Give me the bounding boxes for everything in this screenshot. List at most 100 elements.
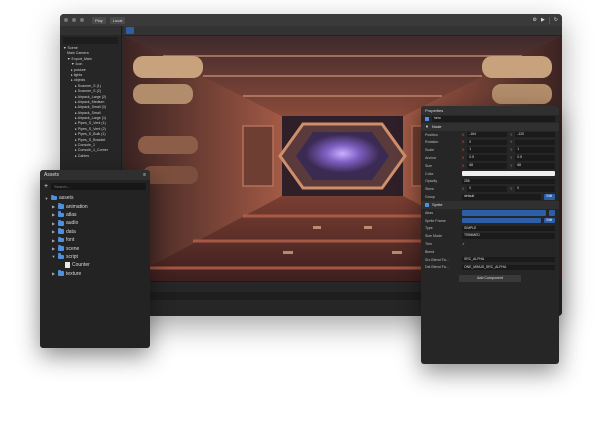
y-axis-label: Y: [510, 148, 513, 153]
atlas-label: Atlas: [425, 210, 433, 215]
folder-icon: [51, 194, 57, 201]
asset-tree-item[interactable]: Counter: [44, 261, 146, 269]
transform-label: Rotation: [425, 140, 439, 145]
atlas-button[interactable]: [549, 210, 555, 216]
color-label: Color: [425, 171, 434, 176]
panel-menu-icon[interactable]: ≡: [143, 172, 146, 178]
y-input[interactable]: [515, 139, 555, 146]
sprite-section-header[interactable]: Sprite: [421, 200, 559, 209]
spriteframe-field[interactable]: [462, 217, 541, 224]
asset-tree-label: audio: [66, 220, 79, 227]
sprite-enabled-checkbox[interactable]: [425, 202, 429, 207]
transform-rows: Position X -164 Y -120 Rotation X 0 Y Scale X 1 Y 1 An…: [421, 131, 559, 170]
titlebar-divider: [548, 16, 550, 24]
asset-tree-item[interactable]: ▶ texture: [44, 270, 146, 278]
add-asset-icon[interactable]: +: [44, 183, 48, 190]
window-minimize-dot[interactable]: [72, 18, 76, 22]
asset-tree-item[interactable]: ▶ scene: [44, 244, 146, 252]
sizemode-select[interactable]: TRIMMED: [462, 233, 555, 240]
hierarchy-search-input[interactable]: [63, 37, 118, 44]
assets-title: Assets: [44, 172, 60, 178]
y-input[interactable]: 0.5: [515, 155, 555, 161]
asset-tree-label: atlas: [66, 211, 77, 218]
y-axis-label: Y: [510, 140, 513, 145]
y-input[interactable]: 68: [515, 163, 555, 169]
asset-tree-item[interactable]: ▶ font: [44, 236, 146, 244]
x-input[interactable]: 0.5: [467, 155, 507, 161]
y-input[interactable]: 1: [515, 147, 555, 154]
transform-row: Rotation X 0 Y: [421, 139, 559, 147]
skew-y-input[interactable]: 0: [515, 186, 555, 193]
asset-tree-item[interactable]: ▼ assets: [44, 194, 146, 202]
chevron-right-icon[interactable]: ▶: [51, 271, 56, 276]
chevron-right-icon[interactable]: ▶: [51, 221, 56, 226]
window-zoom-dot[interactable]: [80, 18, 84, 22]
spriteframe-edit-button[interactable]: Edit: [543, 217, 555, 224]
transform-label: Scale: [425, 148, 434, 153]
x-input[interactable]: 0: [467, 139, 507, 146]
src-blend-select[interactable]: SRC_ALPHA: [462, 256, 555, 263]
atlas-field[interactable]: [462, 210, 546, 216]
window-close-dot[interactable]: [64, 18, 68, 22]
src-blend-row: Src Blend Fa... SRC_ALPHA: [421, 256, 559, 264]
play-mode-button[interactable]: Play: [92, 16, 106, 24]
transform-row: Anchor X 0.5 Y 0.5: [421, 154, 559, 162]
transform-row: Position X -164 Y -120: [421, 131, 559, 139]
chevron-right-icon[interactable]: ▶: [51, 246, 56, 251]
chevron-right-icon[interactable]: ▶: [51, 204, 56, 209]
hierarchy-panel: ▼ Scene Main Camera ▼ Export_Main ▼ Icon ▸ p…: [60, 26, 122, 192]
y-input[interactable]: -120: [515, 131, 555, 138]
chevron-down-icon[interactable]: ▼: [51, 254, 56, 259]
asset-tree-item[interactable]: ▶ atlas: [44, 211, 146, 219]
chevron-right-icon[interactable]: ▶: [51, 212, 56, 217]
skew-x-input[interactable]: 0: [467, 186, 507, 193]
hierarchy-item[interactable]: ▸ Cables: [60, 154, 121, 159]
x-input[interactable]: 1: [467, 147, 507, 154]
add-component-button[interactable]: Add Component: [459, 275, 521, 283]
settings-icon[interactable]: ⚙: [532, 17, 536, 23]
sprite-section-title: Sprite: [432, 202, 443, 208]
opacity-label: Opacity: [425, 179, 438, 184]
node-active-checkbox[interactable]: [425, 116, 429, 121]
folder-icon: [58, 219, 64, 226]
group-select[interactable]: default: [462, 194, 541, 200]
local-mode-button[interactable]: Local: [109, 16, 126, 24]
node-section-header[interactable]: ▼ Node: [421, 122, 559, 131]
folder-icon: [58, 245, 64, 251]
play-icon[interactable]: ▶: [541, 17, 545, 23]
tab-scene[interactable]: [126, 27, 134, 34]
dst-blend-row: Dst Blend Fa... ONE_MINUS_SRC_ALPHA: [421, 264, 559, 272]
asset-tree-label: script: [66, 253, 78, 260]
asset-tree-item[interactable]: ▶ audio: [44, 219, 146, 227]
asset-tree-label: assets: [59, 195, 74, 202]
chevron-down-icon[interactable]: ▼: [44, 196, 49, 201]
color-swatch[interactable]: [462, 170, 555, 177]
scene-toolbar: [123, 26, 562, 36]
type-select[interactable]: SIMPLE: [462, 225, 555, 232]
folder-icon: [58, 270, 64, 276]
type-label: Type: [425, 226, 433, 231]
transform-label: Position: [425, 132, 438, 137]
asset-tree-item[interactable]: ▶ data: [44, 228, 146, 236]
asset-tree-item[interactable]: ▶ animation: [44, 202, 146, 210]
chevron-right-icon[interactable]: ▶: [51, 238, 56, 243]
chevron-right-icon[interactable]: ▶: [51, 229, 56, 234]
transform-row: Scale X 1 Y 1: [421, 146, 559, 154]
refresh-icon[interactable]: ↻: [554, 17, 558, 23]
group-edit-button[interactable]: Edit: [543, 194, 555, 200]
dst-blend-select[interactable]: ONE_MINUS_SRC_ALPHA: [462, 264, 555, 271]
asset-tree-label: data: [66, 228, 76, 235]
properties-panel: Properties hero ▼ Node Position X -164 Y -12…: [421, 106, 559, 364]
x-input[interactable]: 68: [467, 163, 507, 169]
trim-check-icon[interactable]: ✓: [462, 242, 465, 246]
transform-label: Size: [425, 163, 432, 168]
trim-label: Trim: [425, 242, 433, 247]
asset-tree-label: scene: [66, 245, 80, 252]
x-input[interactable]: -164: [467, 131, 507, 138]
opacity-input[interactable]: 255: [462, 178, 555, 185]
hierarchy-header: [60, 26, 121, 35]
node-name-input[interactable]: hero: [432, 116, 555, 122]
asset-tree-item[interactable]: ▼ script: [44, 253, 146, 261]
assets-search-input[interactable]: Search...: [51, 183, 146, 190]
asset-tree-label: animation: [66, 203, 88, 210]
